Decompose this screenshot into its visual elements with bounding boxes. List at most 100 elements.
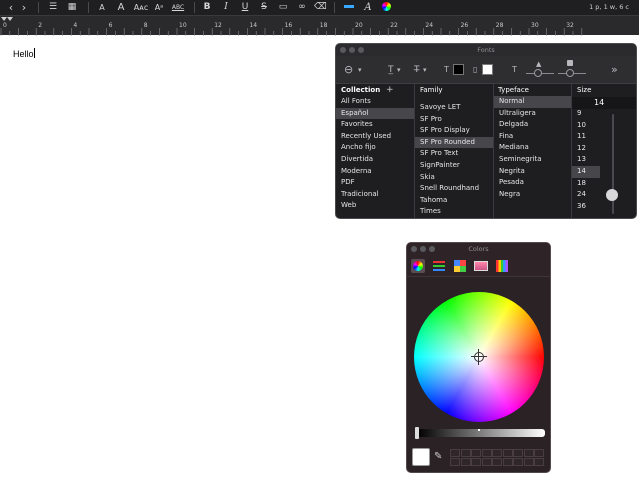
table-icon[interactable]: ▦ xyxy=(66,0,78,15)
text-size-icon[interactable]: A xyxy=(97,0,107,15)
text-color-swatch[interactable] xyxy=(453,64,464,75)
font-panel-icon[interactable]: A xyxy=(362,0,374,15)
underline-style-icon[interactable]: T̲ xyxy=(388,63,394,77)
color-well[interactable] xyxy=(450,458,460,466)
color-well[interactable] xyxy=(523,449,534,457)
color-wheel-tab[interactable] xyxy=(411,259,425,273)
collection-item[interactable]: All Fonts xyxy=(336,96,414,108)
color-well[interactable] xyxy=(513,449,523,457)
comment-icon[interactable]: ▭ xyxy=(277,0,289,15)
color-well[interactable] xyxy=(523,458,534,466)
typeface-item[interactable]: Pesada xyxy=(494,177,571,189)
color-well[interactable] xyxy=(481,458,492,466)
size-item[interactable]: 12 xyxy=(572,143,600,155)
small-caps-icon[interactable]: Aᴀᴄ xyxy=(132,0,150,15)
family-item[interactable]: Skia xyxy=(415,172,493,184)
brightness-slider[interactable] xyxy=(417,429,545,437)
italic-icon[interactable]: I xyxy=(221,0,231,15)
expand-icon[interactable]: » xyxy=(611,63,618,77)
color-well[interactable] xyxy=(492,449,502,457)
chevron-left-icon[interactable]: ‹ xyxy=(6,0,16,15)
image-palettes-tab[interactable] xyxy=(474,259,488,273)
color-picker-crosshair[interactable] xyxy=(474,352,484,362)
current-color-swatch[interactable] xyxy=(412,448,430,466)
typeface-item[interactable]: Fina xyxy=(494,131,571,143)
typeface-item[interactable]: Mediana xyxy=(494,142,571,154)
chevron-down-icon[interactable]: ▾ xyxy=(423,63,427,77)
family-item[interactable]: SF Pro Display xyxy=(415,125,493,137)
collection-item[interactable]: PDF xyxy=(336,177,414,189)
pencils-tab[interactable] xyxy=(495,259,509,273)
collection-item[interactable]: Divertida xyxy=(336,154,414,166)
eyedropper-icon[interactable]: ✎ xyxy=(434,451,442,462)
color-palettes-tab[interactable] xyxy=(453,259,467,273)
size-item[interactable]: 14 xyxy=(572,166,600,178)
color-well[interactable] xyxy=(471,449,481,457)
collection-item[interactable]: Web xyxy=(336,200,414,212)
collection-item[interactable]: Recently Used xyxy=(336,131,414,143)
document-color-swatch[interactable] xyxy=(482,64,493,75)
typeface-item[interactable]: Negra xyxy=(494,189,571,201)
typeface-item[interactable]: Negrita xyxy=(494,166,571,178)
size-field[interactable]: 14 xyxy=(572,97,636,109)
strikethrough-abc-icon[interactable]: ABC xyxy=(170,0,186,15)
highlight-icon[interactable] xyxy=(343,0,355,15)
color-well[interactable] xyxy=(534,458,544,466)
color-well[interactable] xyxy=(460,458,471,466)
collection-item[interactable]: Moderna xyxy=(336,166,414,178)
color-well[interactable] xyxy=(481,449,492,457)
size-item[interactable]: 24 xyxy=(572,189,600,201)
color-panel-icon[interactable] xyxy=(380,0,392,15)
color-well[interactable] xyxy=(471,458,481,466)
size-item[interactable]: 9 xyxy=(572,108,600,120)
fonts-titlebar[interactable]: Fonts xyxy=(336,44,636,56)
typeface-item[interactable]: Normal xyxy=(494,96,571,108)
document-body[interactable]: Hello xyxy=(13,48,35,59)
family-item[interactable]: Times xyxy=(415,206,493,218)
family-item[interactable]: Savoye LET xyxy=(415,102,493,114)
family-item[interactable]: SF Pro Rounded xyxy=(415,136,493,149)
chevron-down-icon[interactable]: ▾ xyxy=(358,63,362,77)
add-collection-button[interactable]: + xyxy=(386,84,394,96)
link-icon[interactable]: ∞ xyxy=(296,0,308,15)
collection-item[interactable]: Favorites xyxy=(336,119,414,131)
family-item[interactable]: Tahoma xyxy=(415,195,493,207)
chevron-down-icon[interactable]: ▾ xyxy=(397,63,401,77)
color-well[interactable] xyxy=(502,458,513,466)
size-item[interactable]: 18 xyxy=(572,178,600,190)
color-well[interactable] xyxy=(502,449,513,457)
family-item[interactable]: SignPainter xyxy=(415,160,493,172)
text-size-large-icon[interactable]: A xyxy=(115,0,127,15)
color-well[interactable] xyxy=(460,449,471,457)
color-well[interactable] xyxy=(492,458,502,466)
size-item[interactable]: 13 xyxy=(572,154,600,166)
collection-item[interactable]: Ancho fijo xyxy=(336,142,414,154)
brightness-slider-knob[interactable] xyxy=(415,427,419,439)
colors-titlebar[interactable]: Colors xyxy=(407,243,550,255)
color-sliders-tab[interactable] xyxy=(432,259,446,273)
size-item[interactable]: 11 xyxy=(572,131,600,143)
typeface-item[interactable]: Ultraligera xyxy=(494,108,571,120)
typeface-item[interactable]: Seminegrita xyxy=(494,154,571,166)
typeface-item[interactable]: Delgada xyxy=(494,119,571,131)
shadow-angle-knob[interactable] xyxy=(566,69,574,77)
list-icon[interactable]: ☰ xyxy=(47,0,59,15)
strikethrough-icon[interactable]: S xyxy=(259,0,269,15)
size-item[interactable]: 36 xyxy=(572,201,600,213)
family-item[interactable]: SF Pro xyxy=(415,114,493,126)
size-slider-knob[interactable] xyxy=(606,189,618,201)
underline-icon[interactable]: U xyxy=(240,0,250,15)
size-item[interactable]: 10 xyxy=(572,120,600,132)
color-well[interactable] xyxy=(534,449,544,457)
family-item[interactable]: SF Pro Text xyxy=(415,148,493,160)
collection-item[interactable]: Tradicional xyxy=(336,189,414,201)
clear-format-icon[interactable]: ⌫ xyxy=(314,0,327,15)
collection-item[interactable]: Español xyxy=(336,107,414,120)
shadow-opacity-knob[interactable] xyxy=(534,69,542,77)
ruler[interactable]: 0 2 4 6 8 10 12 14 16 18 20 22 24 26 28 30 32 xyxy=(0,15,639,36)
strikethrough-style-icon[interactable]: T̶ xyxy=(414,63,420,77)
action-menu-icon[interactable]: ⊖ xyxy=(344,63,353,77)
family-item[interactable]: Snell Roundhand xyxy=(415,183,493,195)
color-well[interactable] xyxy=(513,458,523,466)
chevron-right-icon[interactable]: › xyxy=(19,0,29,15)
